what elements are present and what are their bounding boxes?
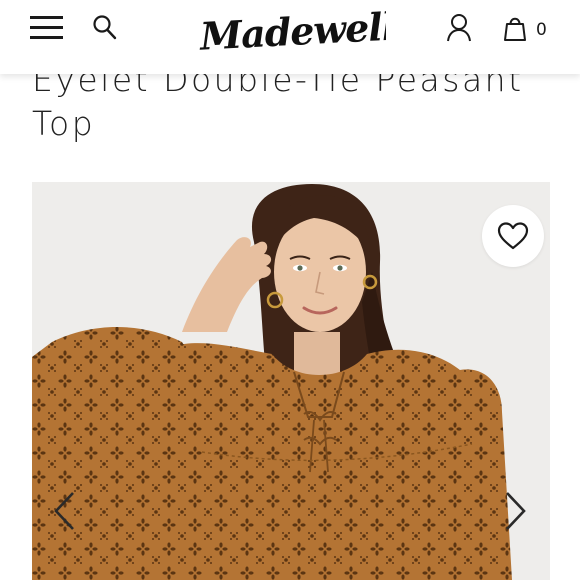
- chevron-right-icon: [506, 492, 526, 530]
- product-photo: [32, 182, 550, 580]
- next-image-button[interactable]: [502, 490, 528, 532]
- chevron-left-icon: [54, 492, 74, 530]
- user-icon: [447, 14, 471, 42]
- product-image-gallery[interactable]: [32, 182, 550, 580]
- heart-icon: [497, 222, 529, 250]
- brand-logo[interactable]: Madewell: [196, 2, 397, 64]
- shopping-bag-icon: [504, 17, 526, 41]
- bag-count[interactable]: 0: [536, 20, 547, 40]
- madewell-logo: Madewell: [197, 4, 397, 59]
- search-icon: [93, 15, 117, 40]
- account-button[interactable]: [446, 13, 472, 43]
- search-button[interactable]: [92, 14, 118, 42]
- product-title-line-2: Top: [32, 104, 96, 143]
- site-header: Madewell 0: [0, 0, 580, 74]
- svg-text:Madewell: Madewell: [197, 4, 386, 59]
- shopping-bag-button[interactable]: [503, 14, 527, 42]
- favorite-button[interactable]: [482, 205, 544, 267]
- previous-image-button[interactable]: [52, 490, 78, 532]
- menu-button[interactable]: [30, 15, 64, 41]
- hamburger-menu-icon: [30, 16, 63, 39]
